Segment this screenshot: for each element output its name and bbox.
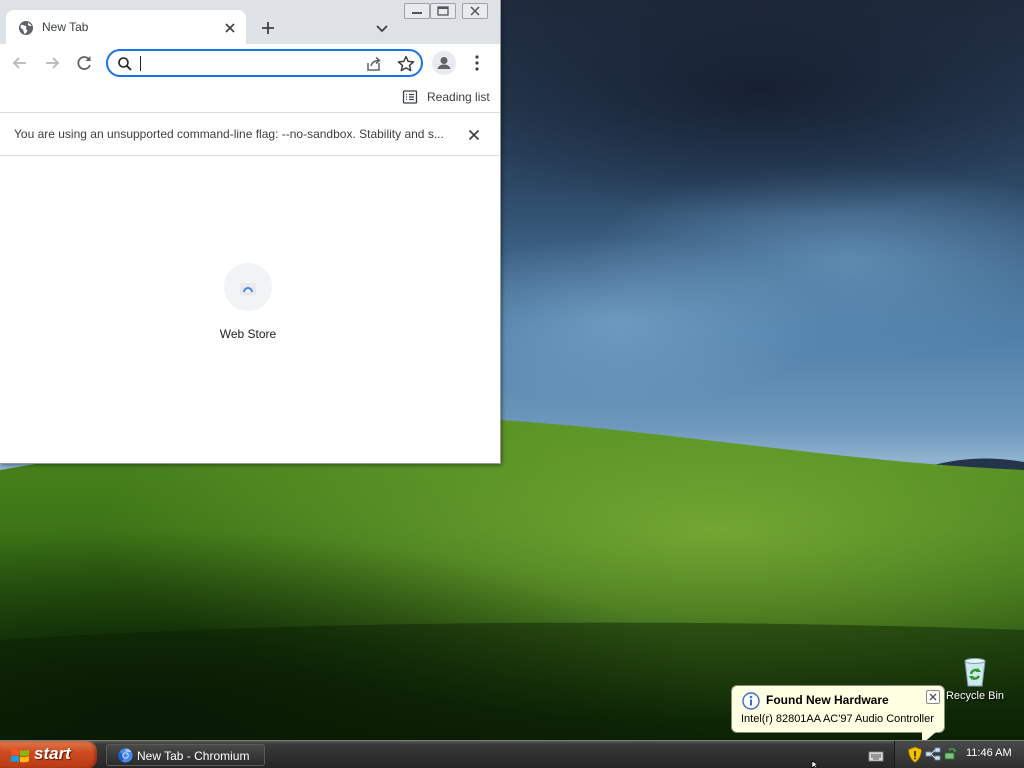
minimize-button[interactable] [404,3,430,19]
network-icon[interactable] [925,746,941,762]
address-bar[interactable] [106,49,423,77]
recycle-bin-label: Recycle Bin [945,690,1005,702]
infobar-message: You are using an unsupported command-lin… [14,127,444,141]
profile-icon [437,57,451,69]
shortcut-icon-circle [224,263,272,311]
info-icon [742,692,760,710]
shortcut-label: Web Store [219,327,277,341]
taskbar: start New Tab - Chromium 11:46 AM [0,740,1024,768]
shield-icon[interactable] [907,746,923,764]
unsupported-flag-infobar: You are using an unsupported command-lin… [0,112,500,156]
bookmarks-bar: Reading list [0,82,500,112]
close-icon [470,6,480,16]
webstore-icon [240,283,256,295]
search-icon [118,57,132,71]
system-tray: 11:46 AM [894,741,1024,768]
back-arrow-icon[interactable] [9,52,31,74]
close-window-button[interactable] [462,3,488,19]
profile-button[interactable] [432,51,456,75]
text-caret [140,56,141,71]
mouse-cursor-icon [811,761,819,768]
balloon-close-button[interactable] [926,690,940,704]
restore-button[interactable] [430,3,456,19]
recycle-bin-icon [964,658,986,687]
chromium-window: New Tab Reading list You are using an un… [0,0,501,464]
safely-remove-icon[interactable] [943,746,959,762]
balloon-title: Found New Hardware [766,693,889,707]
restore-icon [437,6,449,16]
chevron-down-icon[interactable] [372,19,392,37]
close-icon[interactable] [222,20,238,36]
taskbar-item-label: New Tab - Chromium [137,749,250,763]
close-icon [929,693,937,701]
reading-list-icon [402,90,418,104]
tab-title: New Tab [42,20,89,34]
found-new-hardware-balloon[interactable]: Found New Hardware Intel(r) 82801AA AC'9… [731,685,945,744]
balloon-text: Intel(r) 82801AA AC'97 Audio Controller [741,713,934,725]
more-vert-icon[interactable] [467,52,487,74]
omnibox-input[interactable] [140,54,350,72]
shortcut-web-store[interactable]: Web Store [203,263,293,353]
windows-flag-icon [11,749,29,763]
plus-icon[interactable] [257,17,279,39]
tab-new-tab[interactable]: New Tab [6,10,246,44]
tab-strip: New Tab [0,0,500,44]
reload-icon[interactable] [73,52,95,74]
recycle-bin-desktop-icon[interactable]: Recycle Bin [942,656,1008,702]
taskbar-item-chromium[interactable]: New Tab - Chromium [106,744,265,766]
close-icon[interactable] [466,127,482,143]
share-icon[interactable] [364,54,384,74]
start-button[interactable]: start [0,741,97,768]
keyboard-icon[interactable] [868,750,884,762]
new-tab-page: Web Store [0,157,500,463]
star-icon[interactable] [396,54,416,74]
chromium-icon [118,748,133,763]
globe-icon [19,21,33,35]
reading-list-label: Reading list [427,90,490,104]
clock[interactable]: 11:46 AM [966,747,1012,759]
start-label: start [34,744,71,763]
forward-arrow-icon[interactable] [41,52,63,74]
reading-list-button[interactable]: Reading list [402,87,490,107]
browser-toolbar [0,44,500,82]
minimize-icon [412,12,422,14]
